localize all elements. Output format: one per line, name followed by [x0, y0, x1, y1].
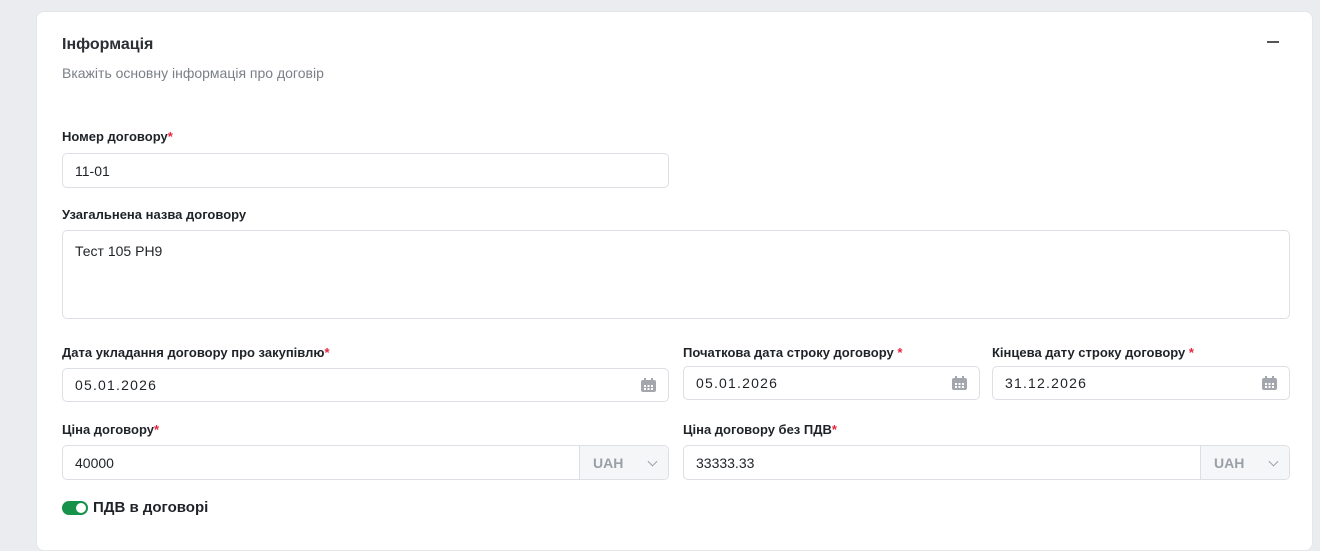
currency-value: UAH: [593, 454, 624, 471]
price-value: 40000: [75, 454, 114, 471]
collapse-icon[interactable]: [1267, 41, 1279, 43]
price-no-vat-input[interactable]: 33333.33 UAH: [683, 445, 1290, 480]
section-subtitle: Вкажіть основну інформація про договір: [62, 65, 324, 81]
end-date-input[interactable]: 31.12.2026: [992, 366, 1290, 400]
start-date-input[interactable]: 05.01.2026: [683, 366, 980, 400]
chevron-down-icon: [1268, 456, 1279, 467]
conclusion-date-label: Дата укладання договору про закупівлю*: [62, 345, 330, 360]
conclusion-date-value: 05.01.2026: [75, 377, 158, 393]
contract-number-label: Номер договору*: [62, 129, 173, 144]
price-currency-select[interactable]: UAH: [579, 446, 668, 479]
calendar-icon[interactable]: [952, 376, 967, 390]
section-title: Інформація: [62, 36, 154, 53]
contract-name-textarea[interactable]: Тест 105 PH9: [62, 230, 1290, 319]
end-date-label: Кінцева дату строку договору *: [992, 345, 1194, 360]
start-date-value: 05.01.2026: [696, 375, 779, 391]
contract-number-input[interactable]: 11-01: [62, 153, 669, 188]
start-date-label: Початкова дата строку договору *: [683, 345, 903, 360]
calendar-icon[interactable]: [1262, 376, 1277, 390]
chevron-down-icon: [647, 456, 658, 467]
price-no-vat-value: 33333.33: [696, 454, 755, 471]
vat-toggle[interactable]: [62, 501, 88, 515]
price-input[interactable]: 40000 UAH: [62, 445, 669, 480]
calendar-icon[interactable]: [641, 378, 656, 392]
conclusion-date-input[interactable]: 05.01.2026: [62, 368, 669, 402]
end-date-value: 31.12.2026: [1005, 375, 1088, 391]
currency-value: UAH: [1214, 454, 1245, 471]
contract-name-label: Узагальнена назва договору: [62, 207, 247, 222]
price-no-vat-currency-select[interactable]: UAH: [1200, 446, 1289, 479]
info-card: Інформація Вкажіть основну інформація пр…: [36, 11, 1313, 551]
price-label: Ціна договору*: [62, 422, 160, 437]
price-no-vat-label: Ціна договору без ПДВ*: [683, 422, 837, 437]
vat-toggle-label: ПДВ в договорі: [93, 499, 209, 516]
